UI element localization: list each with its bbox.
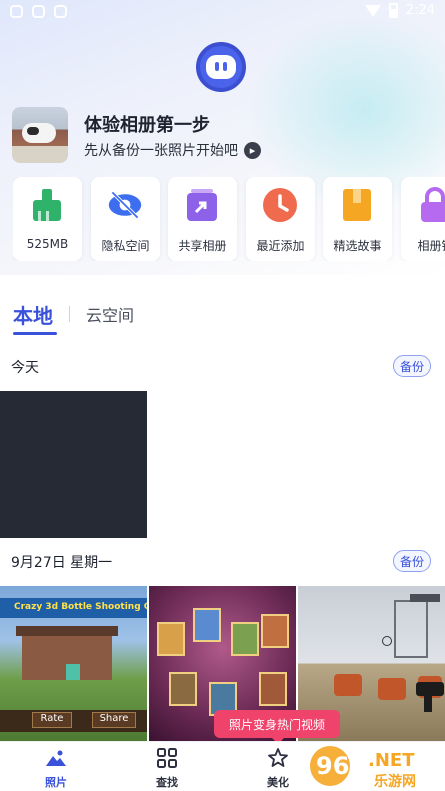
cleanup-broom-icon — [29, 187, 65, 223]
game-title: Crazy 3d Bottle Shooting Challen — [14, 602, 147, 612]
section-date: 今天 — [11, 360, 39, 376]
shortcut-label: 共享相册 — [178, 239, 227, 253]
shortcut-label: 525MB — [26, 237, 69, 251]
hero-subtitle[interactable]: 先从备份一张照片开始吧 ▸ — [84, 140, 261, 160]
nav-label: 查找 — [156, 776, 178, 789]
status-time: 2:24 — [405, 3, 435, 18]
notification-icon — [54, 5, 67, 18]
mascot-avatar-icon[interactable] — [196, 42, 246, 92]
backup-button[interactable]: 备份 — [393, 550, 431, 572]
shortcut-recent[interactable]: 最近添加 — [246, 177, 315, 261]
site-watermark-logo: 962 .NET 乐游网 — [308, 742, 445, 791]
watermark-sub: 乐游网 — [374, 773, 416, 790]
photo-thumbnail[interactable] — [0, 391, 147, 538]
eye-slash-icon — [107, 187, 143, 223]
shortcut-label: 隐私空间 — [101, 239, 150, 253]
arrow-right-icon: ▸ — [244, 141, 261, 159]
watermark-suffix: .NET — [368, 750, 415, 771]
notification-icon — [32, 5, 45, 18]
shortcut-shared-album[interactable]: 共享相册 — [168, 177, 237, 261]
game-share-button: Share — [92, 712, 136, 728]
section-date: 9月27日 星期一 — [11, 555, 113, 571]
notification-icon — [10, 5, 23, 18]
watermark-brand: 962 — [316, 752, 366, 780]
tab-cloud[interactable]: 云空间 — [86, 302, 134, 326]
promo-tooltip[interactable]: 照片变身热门视频 — [214, 710, 340, 744]
nav-search[interactable]: 查找 — [137, 748, 197, 790]
shortcut-label: 最近添加 — [256, 239, 305, 253]
nav-label: 照片 — [45, 776, 67, 789]
album-tabs: 本地 云空间 — [13, 298, 134, 335]
hero-thumbnail — [12, 107, 68, 163]
share-album-icon — [184, 187, 220, 223]
hero-subtitle-text: 先从备份一张照片开始吧 — [84, 143, 238, 159]
tab-divider — [69, 306, 70, 322]
shortcut-label: 精选故事 — [333, 239, 382, 253]
backup-button[interactable]: 备份 — [393, 355, 431, 377]
hero-title: 体验相册第一步 — [84, 115, 210, 136]
tab-local[interactable]: 本地 — [13, 300, 57, 335]
status-bar: 2:24 — [0, 0, 445, 24]
backup-hero-card[interactable]: 体验相册第一步 先从备份一张照片开始吧 ▸ — [12, 105, 432, 165]
nav-label: 美化 — [267, 776, 289, 789]
battery-icon — [388, 3, 398, 18]
nav-beautify[interactable]: 美化 — [248, 748, 308, 790]
star-sparkle-icon — [267, 748, 289, 768]
clock-icon — [262, 187, 298, 223]
story-book-icon — [339, 187, 375, 223]
grid-search-icon — [156, 748, 178, 768]
photo-thumbnail[interactable]: Crazy 3d Bottle Shooting Challen Rate Sh… — [0, 586, 147, 741]
lock-icon — [417, 187, 445, 223]
shortcut-cleanup[interactable]: 525MB — [13, 177, 82, 261]
mountain-photo-icon — [45, 748, 67, 768]
shortcut-row: 525MB 隐私空间 共享相册 最近添加 精选故事 相册 — [13, 177, 445, 261]
shortcut-private-space[interactable]: 隐私空间 — [91, 177, 160, 261]
shortcut-album-lock[interactable]: 相册锁 — [401, 177, 445, 261]
game-rate-button: Rate — [32, 712, 72, 728]
shortcut-stories[interactable]: 精选故事 — [323, 177, 392, 261]
wifi-icon — [364, 4, 381, 17]
shortcut-label: 相册锁 — [417, 239, 445, 253]
nav-photos[interactable]: 照片 — [26, 748, 86, 790]
